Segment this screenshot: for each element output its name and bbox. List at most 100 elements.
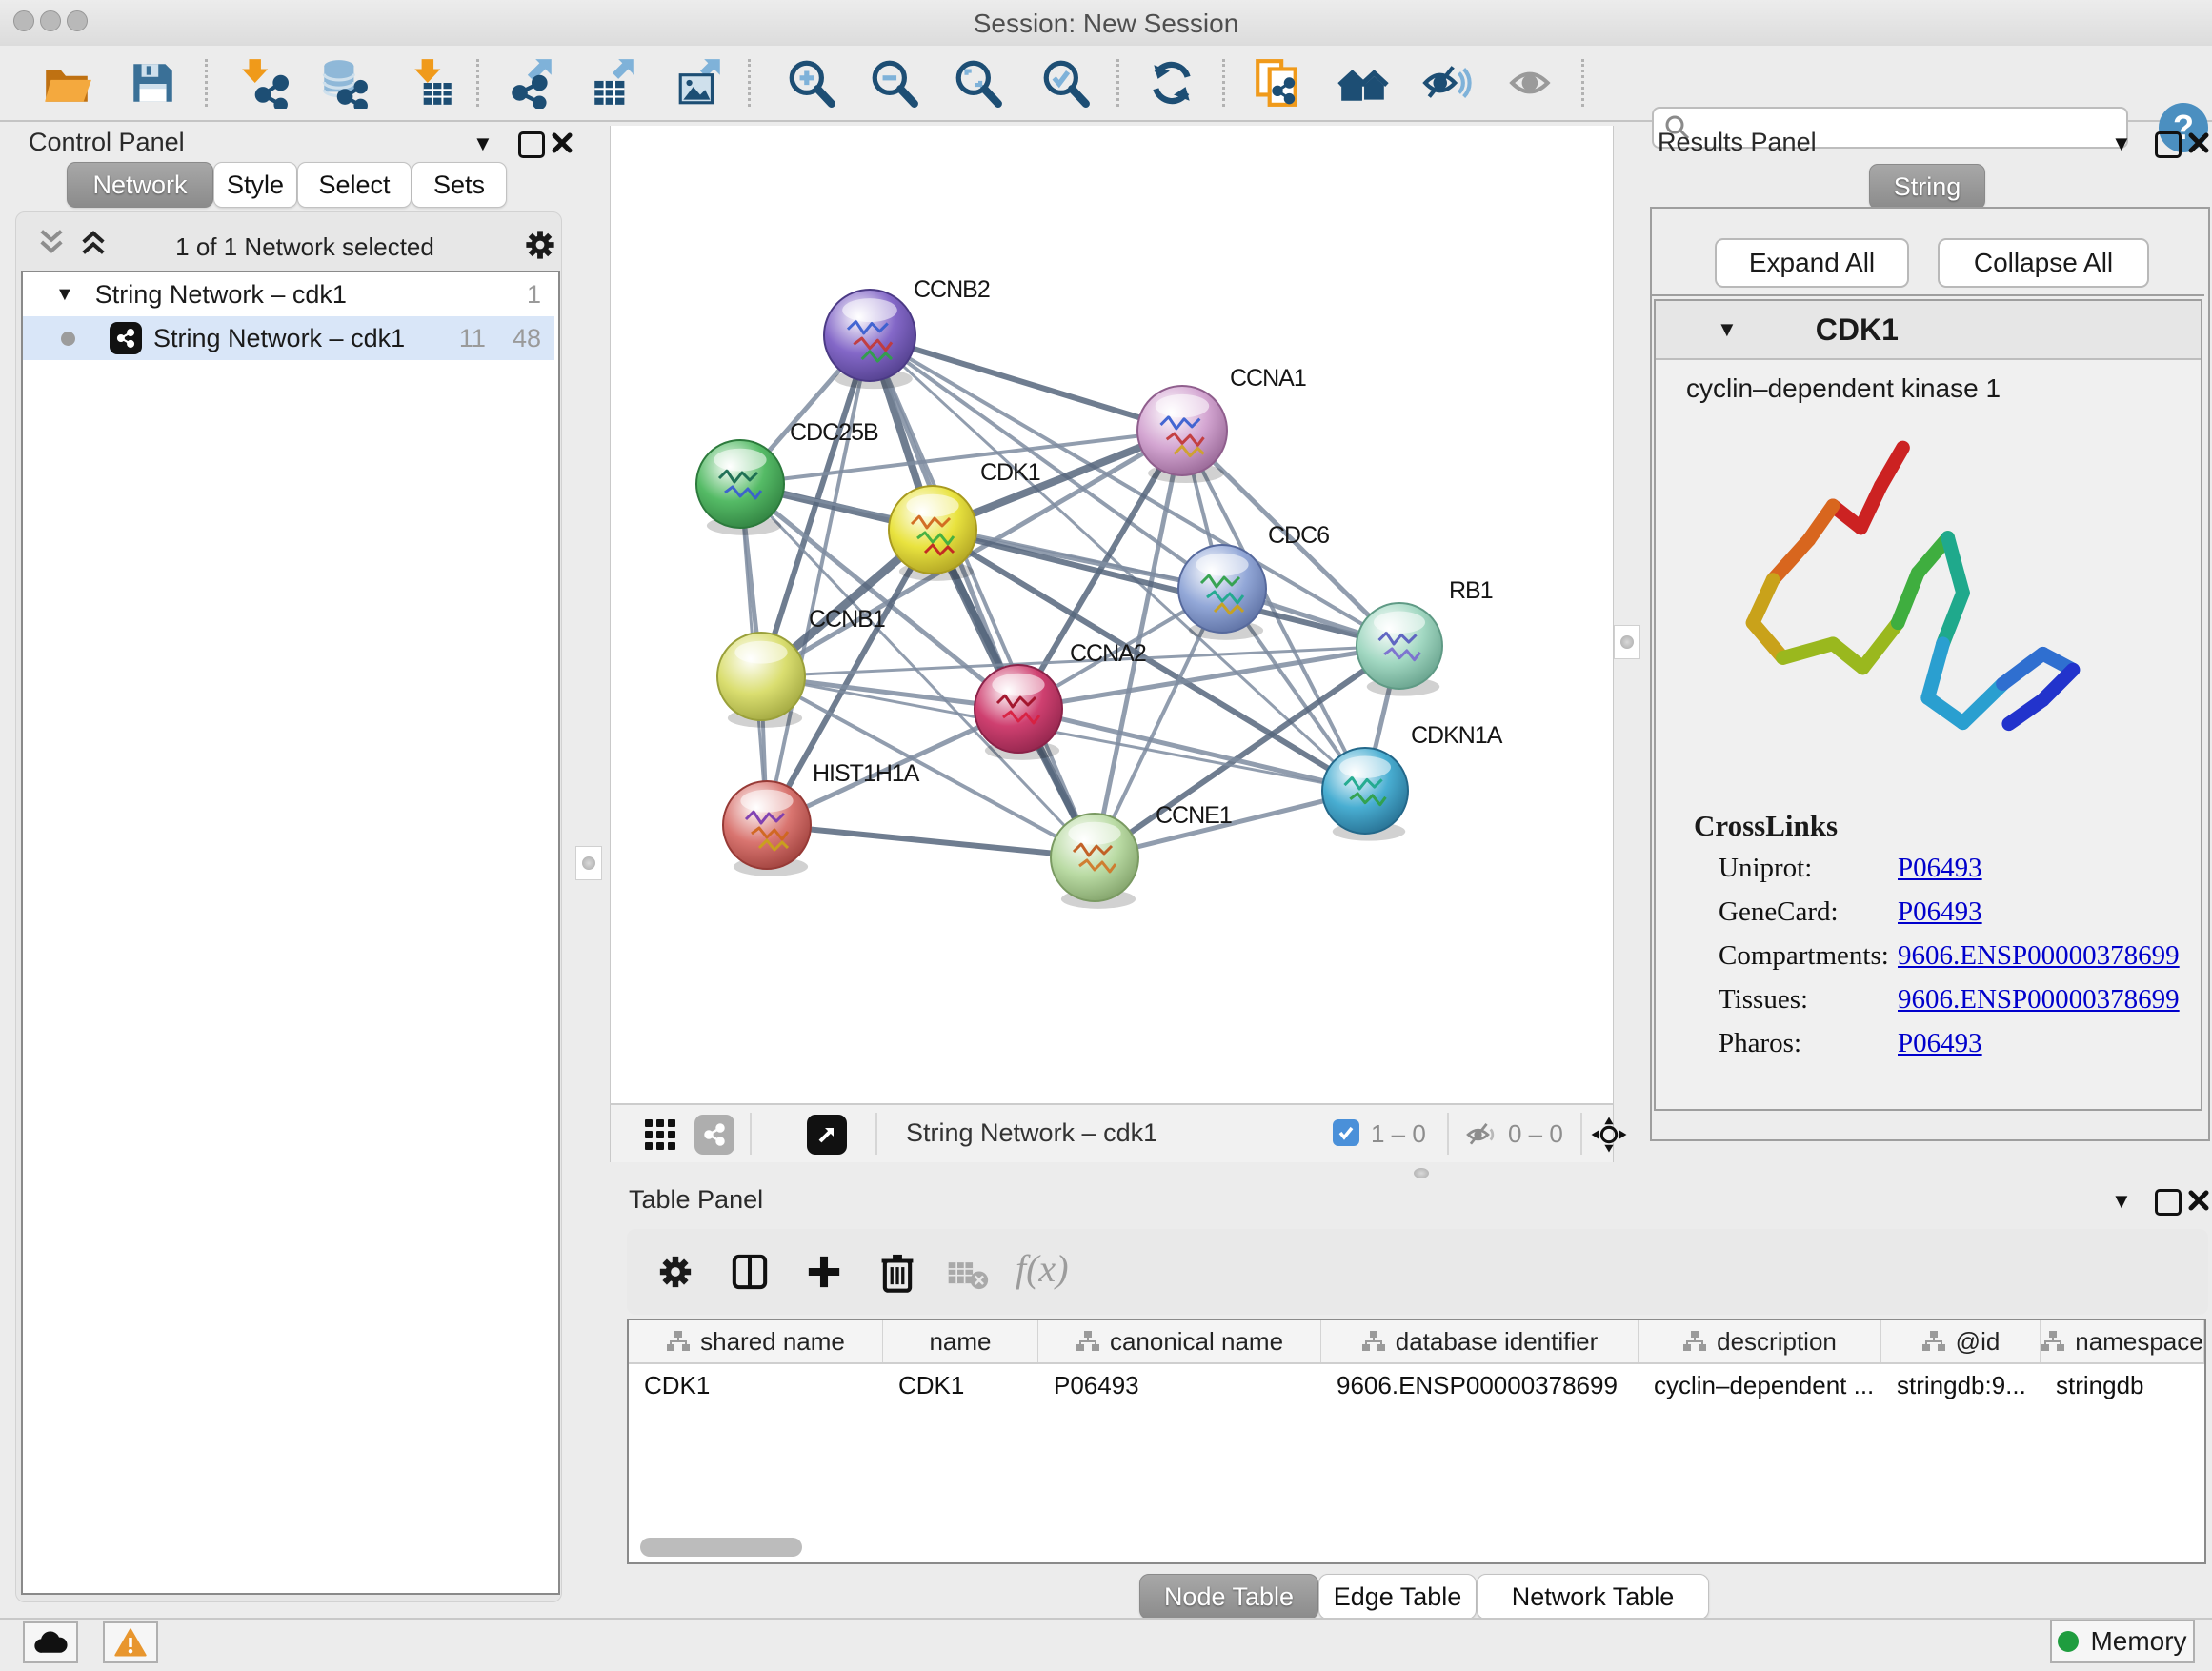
table-cell[interactable]: stringdb bbox=[2041, 1364, 2204, 1406]
control-panel-float-icon[interactable] bbox=[518, 131, 545, 158]
tab-edge-table[interactable]: Edge Table bbox=[1318, 1574, 1477, 1620]
splitter-handle[interactable] bbox=[1614, 625, 1640, 659]
network-row-selected[interactable]: String Network – cdk1 11 48 bbox=[23, 316, 554, 360]
network-node-CCNA1[interactable]: CCNA1 bbox=[1137, 365, 1306, 483]
collection-expand-icon[interactable]: ▼ bbox=[55, 284, 74, 306]
tab-sets[interactable]: Sets bbox=[412, 162, 507, 208]
expand-all-button[interactable]: Expand All bbox=[1715, 238, 1909, 288]
table-cell[interactable]: CDK1 bbox=[883, 1364, 1038, 1406]
crosslink-link[interactable]: P06493 bbox=[1898, 896, 1982, 928]
zoom-fit-icon[interactable] bbox=[953, 57, 1004, 109]
tab-select[interactable]: Select bbox=[297, 162, 412, 208]
network-edge[interactable] bbox=[767, 335, 870, 825]
network-view-canvas[interactable]: CCNB2CCNA1CDC25BCDK1CDC6RB1CCNB1CCNA2CDK… bbox=[610, 126, 1614, 1103]
import-table-icon[interactable] bbox=[406, 57, 457, 109]
birds-eye-view-icon[interactable] bbox=[807, 1115, 847, 1155]
tab-node-table[interactable]: Node Table bbox=[1139, 1574, 1318, 1620]
collapse-all-networks-icon[interactable] bbox=[36, 227, 67, 257]
create-column-icon[interactable] bbox=[804, 1252, 844, 1292]
collapse-all-button[interactable]: Collapse All bbox=[1938, 238, 2149, 288]
network-node-CDK1[interactable]: CDK1 bbox=[889, 459, 1040, 581]
column-header-name[interactable]: name bbox=[883, 1320, 1038, 1362]
table-settings-gear-icon[interactable] bbox=[655, 1252, 695, 1292]
crosslink-link[interactable]: P06493 bbox=[1898, 853, 1982, 884]
gene-description: cyclin–dependent kinase 1 bbox=[1656, 360, 2201, 404]
splitter-handle[interactable] bbox=[1410, 1166, 1433, 1179]
column-header-canonical-name[interactable]: canonical name bbox=[1038, 1320, 1321, 1362]
network-node-CCNB2[interactable]: CCNB2 bbox=[824, 276, 990, 389]
network-collection-row[interactable]: ▼ String Network – cdk1 1 bbox=[23, 272, 554, 316]
crosslink-link[interactable]: P06493 bbox=[1898, 1028, 1982, 1059]
table-panel-float-icon[interactable] bbox=[2155, 1189, 2182, 1216]
column-header-description[interactable]: description bbox=[1639, 1320, 1881, 1362]
refresh-icon[interactable] bbox=[1146, 57, 1197, 109]
network-view-share-icon[interactable] bbox=[694, 1115, 734, 1155]
tab-string[interactable]: String bbox=[1869, 164, 1985, 210]
cloud-status-button[interactable] bbox=[23, 1621, 78, 1663]
export-network-icon[interactable] bbox=[506, 57, 557, 109]
crosslink-link[interactable]: 9606.ENSP00000378699 bbox=[1898, 984, 2180, 1016]
network-node-label: CCNB2 bbox=[914, 276, 990, 303]
network-options-gear-icon[interactable] bbox=[522, 227, 558, 263]
network-node-CDKN1A[interactable]: CDKN1A bbox=[1322, 722, 1503, 841]
table-row[interactable]: CDK1CDK1P064939606.ENSP00000378699cyclin… bbox=[629, 1364, 2204, 1406]
results-panel-float-icon[interactable] bbox=[2155, 131, 2182, 158]
navigator-crosshair-icon[interactable] bbox=[1590, 1116, 1628, 1154]
hidden-eye-icon[interactable] bbox=[1464, 1117, 1498, 1152]
control-panel-menu-icon[interactable]: ▼ bbox=[473, 131, 493, 156]
results-panel-close-icon[interactable] bbox=[2187, 131, 2210, 154]
network-node-RB1[interactable]: RB1 bbox=[1357, 577, 1493, 696]
tab-style[interactable]: Style bbox=[213, 162, 297, 208]
export-image-icon[interactable] bbox=[674, 57, 726, 109]
table-cell[interactable]: cyclin–dependent ... bbox=[1639, 1364, 1881, 1406]
gene-header[interactable]: ▼ CDK1 bbox=[1656, 301, 2201, 360]
results-panel-menu-icon[interactable]: ▼ bbox=[2111, 131, 2132, 156]
network-node-label: CCNA2 bbox=[1070, 640, 1146, 667]
network-graph[interactable]: CCNB2CCNA1CDC25BCDK1CDC6RB1CCNB1CCNA2CDK… bbox=[611, 126, 1613, 1103]
table-hscrollbar-thumb[interactable] bbox=[640, 1538, 802, 1557]
delete-column-icon[interactable] bbox=[876, 1250, 918, 1294]
tab-network[interactable]: Network bbox=[67, 162, 213, 208]
column-header-shared-name[interactable]: shared name bbox=[629, 1320, 883, 1362]
warning-status-button[interactable] bbox=[103, 1621, 158, 1663]
table-panel-menu-icon[interactable]: ▼ bbox=[2111, 1189, 2132, 1214]
crosslink-link[interactable]: 9606.ENSP00000378699 bbox=[1898, 940, 2180, 972]
column-header-namespace[interactable]: namespace bbox=[2041, 1320, 2204, 1362]
zoom-in-icon[interactable] bbox=[786, 57, 837, 109]
network-node-CCNB1[interactable]: CCNB1 bbox=[717, 606, 885, 728]
control-panel-close-icon[interactable] bbox=[551, 131, 573, 154]
hide-selected-icon[interactable] bbox=[1421, 57, 1473, 109]
column-header--id[interactable]: @id bbox=[1881, 1320, 2041, 1362]
zoom-out-icon[interactable] bbox=[869, 57, 920, 109]
export-table-icon[interactable] bbox=[589, 57, 640, 109]
save-session-icon[interactable] bbox=[127, 57, 178, 109]
import-network-database-icon[interactable] bbox=[317, 57, 369, 109]
table-cell[interactable]: 9606.ENSP00000378699 bbox=[1321, 1364, 1639, 1406]
crosslink-label: GeneCard: bbox=[1719, 896, 1839, 928]
network-node-CCNE1[interactable]: CCNE1 bbox=[1051, 802, 1232, 909]
cytoscape-window: Session: New Session ? Control Panel bbox=[0, 0, 2212, 1671]
table-cell[interactable]: CDK1 bbox=[629, 1364, 883, 1406]
selected-checkbox-icon[interactable] bbox=[1333, 1119, 1359, 1146]
network-edge[interactable] bbox=[1018, 709, 1365, 791]
network-tree: ▼ String Network – cdk1 1 String Network… bbox=[21, 271, 560, 1595]
column-header-database-identifier[interactable]: database identifier bbox=[1321, 1320, 1639, 1362]
grid-view-icon[interactable] bbox=[643, 1117, 677, 1152]
show-columns-icon[interactable] bbox=[730, 1252, 770, 1292]
zoom-selected-icon[interactable] bbox=[1040, 57, 1092, 109]
new-network-from-selection-icon[interactable] bbox=[1252, 57, 1303, 109]
gene-collapse-icon[interactable]: ▼ bbox=[1717, 317, 1738, 342]
memory-button[interactable]: Memory bbox=[2050, 1620, 2195, 1663]
network-edge[interactable] bbox=[870, 335, 1182, 431]
first-neighbors-icon[interactable] bbox=[1337, 57, 1389, 109]
table-panel-close-icon[interactable] bbox=[2187, 1189, 2210, 1212]
table-cell[interactable]: P06493 bbox=[1038, 1364, 1321, 1406]
show-all-icon[interactable] bbox=[1506, 57, 1558, 109]
open-session-icon[interactable] bbox=[41, 57, 92, 109]
table-cell[interactable]: stringdb:9... bbox=[1881, 1364, 2041, 1406]
tab-network-table[interactable]: Network Table bbox=[1477, 1574, 1709, 1620]
expand-all-networks-icon[interactable] bbox=[78, 227, 109, 257]
splitter-handle[interactable] bbox=[575, 846, 602, 880]
network-node-HIST1H1A[interactable]: HIST1H1A bbox=[723, 760, 920, 876]
import-network-icon[interactable] bbox=[237, 57, 289, 109]
